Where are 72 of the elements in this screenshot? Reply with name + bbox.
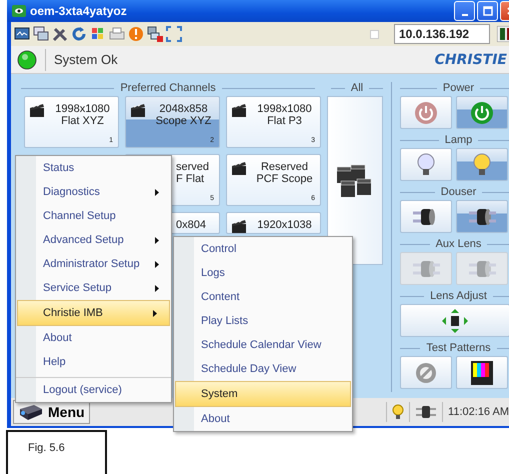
power-on-icon	[470, 100, 494, 124]
menu-item[interactable]: Content	[174, 285, 352, 309]
maximize-button[interactable]	[477, 1, 498, 21]
submenu-arrow-icon	[155, 236, 159, 244]
menu-item[interactable]: Play Lists	[174, 309, 352, 333]
bulb-icon	[392, 404, 404, 420]
alert-icon[interactable]	[128, 26, 144, 42]
douser-icon	[415, 404, 438, 420]
menu-item[interactable]: System	[175, 381, 351, 407]
checkbox[interactable]	[370, 30, 379, 38]
minimize-button[interactable]	[454, 1, 475, 21]
maximize-icon	[482, 6, 492, 16]
power-off-button[interactable]	[400, 96, 452, 129]
group-title: Preferred Channels	[120, 82, 216, 94]
window-title: oem-3xta4yatyoz	[30, 4, 127, 18]
menu-item[interactable]: About	[174, 407, 352, 431]
lens-adjust-button[interactable]	[400, 304, 509, 337]
channel-tile[interactable]: 1920x1038	[226, 212, 321, 234]
menu-item[interactable]: Logout (service)	[16, 377, 171, 402]
monitor-icon[interactable]	[14, 26, 30, 42]
status-text: System Ok	[54, 52, 118, 67]
group-title: Power	[442, 82, 474, 94]
menu-item[interactable]: Control	[174, 237, 352, 261]
power-off-icon	[414, 100, 438, 124]
menu-item[interactable]: Schedule Calendar View	[174, 333, 352, 357]
minimize-icon	[462, 14, 468, 16]
menu-item[interactable]: Schedule Day View	[174, 357, 352, 381]
clapperboard-icon	[130, 102, 146, 118]
all-channels-tile[interactable]	[327, 96, 383, 265]
menu-item[interactable]: Help	[16, 350, 171, 374]
windows-icon[interactable]	[33, 26, 49, 42]
pattern-off-icon	[414, 360, 438, 384]
clapperboard-icon	[29, 102, 45, 118]
bulb-off-button[interactable]	[400, 148, 452, 181]
clapperboard-icon	[231, 102, 247, 118]
submenu-arrow-icon	[155, 188, 159, 196]
group-title: Douser	[440, 186, 476, 198]
douser-open-button[interactable]	[456, 200, 508, 233]
group-title: Aux Lens	[436, 238, 482, 250]
logo: CHRISTIE	[434, 52, 507, 68]
menu-item[interactable]: Logs	[174, 261, 352, 285]
menu-item[interactable]: About	[16, 326, 171, 350]
figure-caption: Fig. 5.6	[6, 430, 107, 474]
menu-item[interactable]: Service Setup	[16, 276, 171, 300]
app-icon	[12, 5, 26, 17]
address-field[interactable]: 10.0.136.192	[394, 24, 490, 44]
pattern-bars-icon	[471, 360, 493, 384]
bulb-off-icon	[416, 152, 436, 176]
group-title: All	[350, 82, 364, 94]
group-title: Lens Adjust	[430, 290, 487, 302]
clock-time: 11:02:16 AM	[448, 406, 509, 418]
douser-closed-button[interactable]	[400, 200, 452, 233]
power-on-button[interactable]	[456, 96, 508, 129]
lens-adjust-icon	[442, 308, 468, 332]
pattern-bars-button[interactable]	[456, 356, 508, 389]
group-title: Test Patterns	[426, 342, 491, 354]
clapperboards-icon	[337, 162, 373, 198]
refresh-icon[interactable]	[71, 26, 87, 42]
submenu-arrow-icon	[155, 260, 159, 268]
bulb-on-button[interactable]	[456, 148, 508, 181]
projector-icon	[18, 403, 44, 421]
group-title: Lamp	[444, 134, 472, 146]
submenu-arrow-icon	[155, 284, 159, 292]
clapperboard-icon	[231, 160, 247, 176]
clapperboard-icon	[231, 218, 247, 234]
menu-item[interactable]: Administrator Setup	[16, 252, 171, 276]
menu-item[interactable]: Christie IMB	[17, 300, 170, 326]
bulb-on-icon	[472, 152, 492, 176]
printer-icon[interactable]	[109, 26, 125, 42]
submenu-arrow-icon	[153, 310, 157, 316]
network-icon[interactable]	[147, 26, 163, 42]
fullscreen-icon[interactable]	[166, 26, 182, 42]
